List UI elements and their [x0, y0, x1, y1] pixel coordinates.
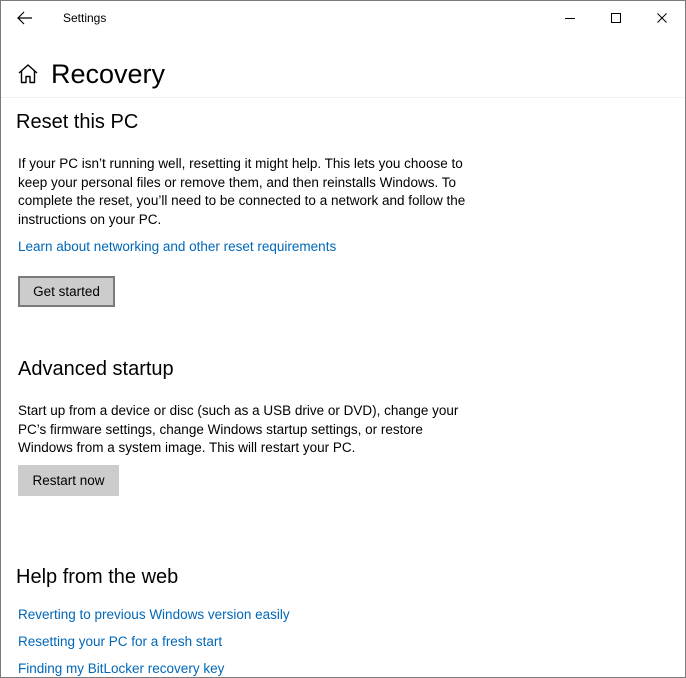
close-button[interactable] — [639, 1, 685, 35]
close-icon — [657, 13, 667, 23]
page-header: Recovery — [1, 35, 685, 98]
help-section-title: Help from the web — [16, 566, 179, 588]
advanced-startup-title: Advanced startup — [18, 358, 174, 380]
help-link-bitlocker-key[interactable]: Finding my BitLocker recovery key — [18, 660, 224, 677]
home-icon[interactable] — [17, 63, 39, 85]
arrow-left-icon — [17, 11, 32, 25]
page-title: Recovery — [51, 59, 166, 89]
minimize-button[interactable] — [547, 1, 593, 35]
restart-now-button[interactable]: Restart now — [18, 465, 119, 496]
reset-description: If your PC isn’t running well, resetting… — [18, 156, 466, 227]
advanced-startup-description: Start up from a device or disc (such as … — [18, 403, 459, 455]
settings-window: Settings Recovery Reset this PC If your … — [0, 0, 686, 678]
content-area: Reset this PC If your PC isn’t running w… — [1, 98, 685, 677]
get-started-button[interactable]: Get started — [18, 276, 115, 307]
window-title: Settings — [63, 11, 107, 25]
help-link-revert-windows[interactable]: Reverting to previous Windows version ea… — [18, 606, 290, 624]
reset-section-title: Reset this PC — [16, 111, 139, 133]
minimize-icon — [565, 18, 575, 19]
maximize-button[interactable] — [593, 1, 639, 35]
maximize-icon — [611, 13, 621, 23]
reset-requirements-link[interactable]: Learn about networking and other reset r… — [18, 238, 336, 256]
help-link-reset-pc[interactable]: Resetting your PC for a fresh start — [18, 633, 222, 651]
title-bar: Settings — [1, 1, 685, 35]
back-button[interactable] — [9, 3, 41, 33]
